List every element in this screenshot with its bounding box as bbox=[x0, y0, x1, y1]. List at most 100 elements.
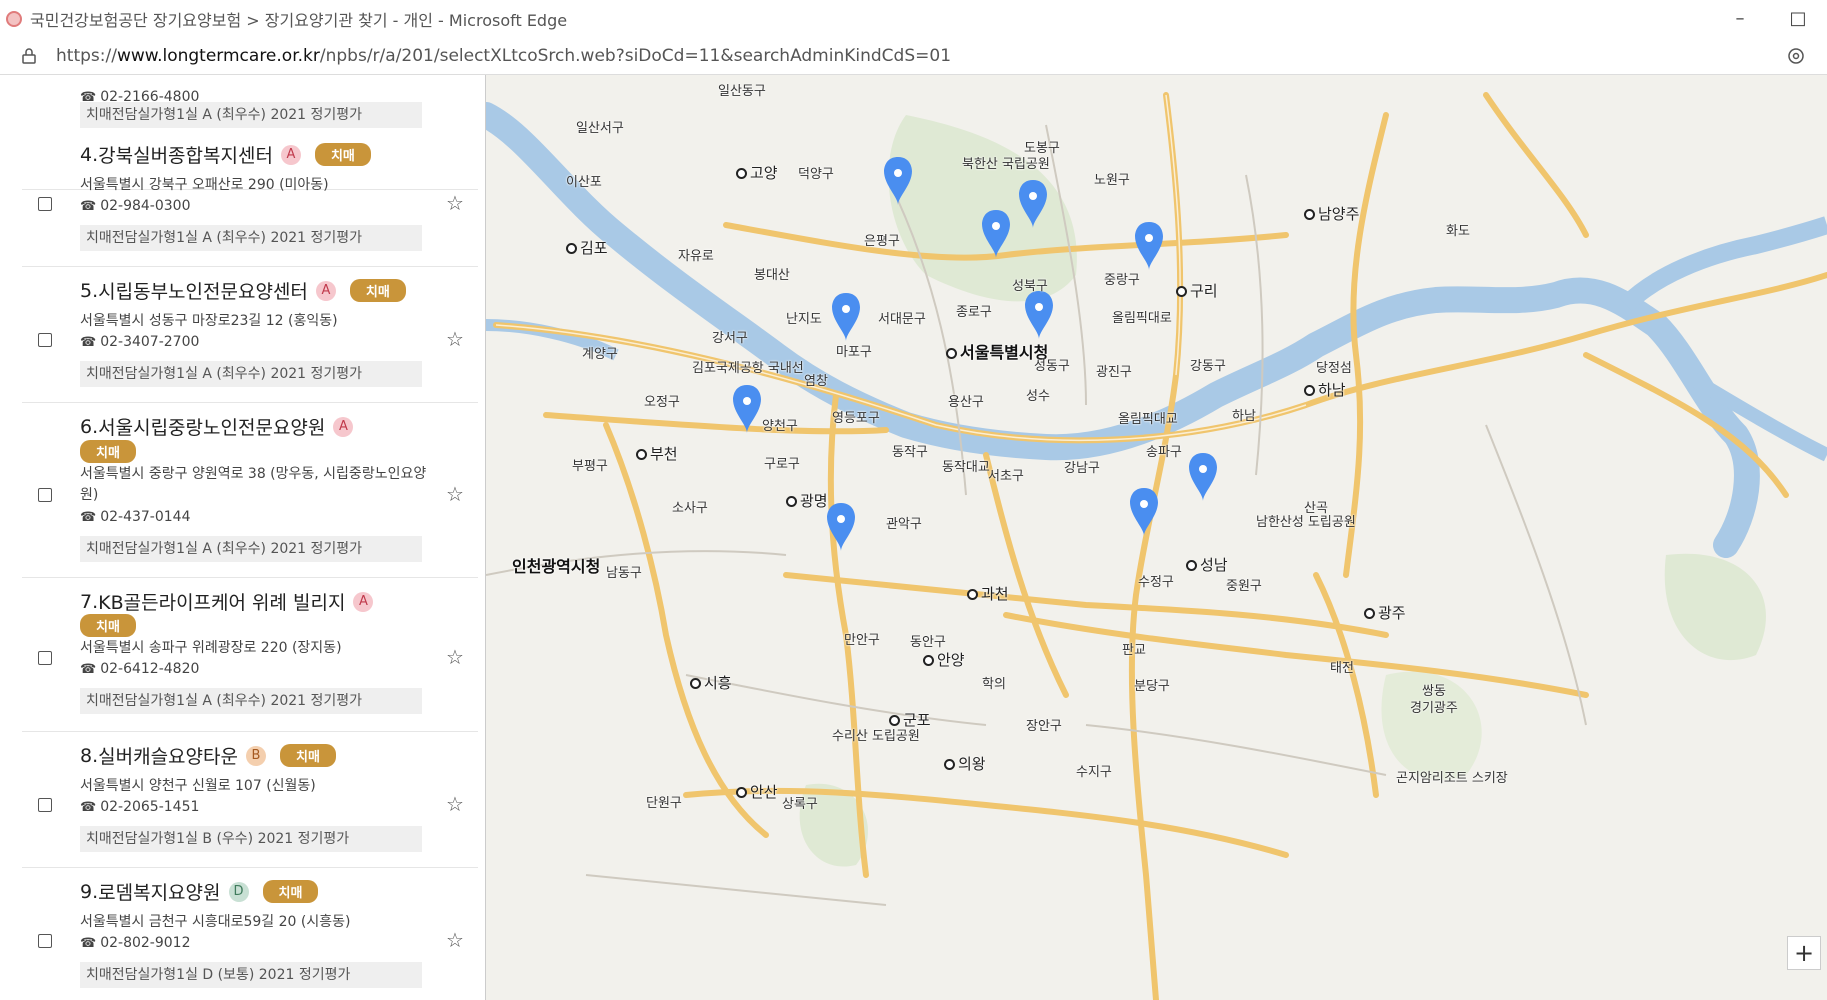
zoom-in-button[interactable]: + bbox=[1787, 936, 1821, 970]
map-label-hanam: 하남 bbox=[1304, 379, 1346, 400]
map-label: 구로구 bbox=[764, 457, 800, 472]
map-label: 일산동구 bbox=[718, 84, 766, 99]
map-label: 강서구 bbox=[712, 331, 748, 346]
dementia-badge: 치매 bbox=[279, 744, 336, 767]
map-label: 계양구 bbox=[582, 347, 618, 362]
map-label: 올림픽대로 bbox=[1112, 311, 1172, 326]
select-checkbox[interactable] bbox=[38, 798, 52, 812]
map-label-gwacheon: 과천 bbox=[967, 583, 1009, 604]
map-label: 올림픽대교 bbox=[1118, 412, 1178, 427]
list-item[interactable]: 4. 강북실버종합복지센터 A 치매 서울특별시 강북구 오패산로 290 (미아… bbox=[22, 131, 478, 267]
map-label: 덕양구 bbox=[798, 167, 834, 182]
favorite-star-icon[interactable]: ☆ bbox=[446, 327, 464, 351]
map-label: 송파구 bbox=[1146, 445, 1182, 460]
map-label: 화도 bbox=[1446, 224, 1470, 239]
favorite-star-icon[interactable]: ☆ bbox=[446, 482, 464, 506]
facility-name[interactable]: 서울시립중랑노인전문요양원 bbox=[98, 413, 325, 440]
facility-name-line[interactable]: 5. 시립동부노인전문요양센터 A 치매 bbox=[80, 277, 406, 304]
map-label: 쌍동 bbox=[1422, 684, 1446, 699]
list-item[interactable]: 7. KB골든라이프케어 위례 빌리지 A 치매 서울특별시 송파구 위례광장로 … bbox=[22, 578, 478, 732]
map-label: 양천구 bbox=[762, 419, 798, 434]
facility-phone: ☎ 02-802-9012 bbox=[80, 935, 191, 951]
minimize-button[interactable]: – bbox=[1711, 0, 1769, 37]
map-label-siheung: 시흥 bbox=[690, 672, 732, 693]
map-canvas[interactable] bbox=[486, 75, 1827, 1000]
map-label: 부평구 bbox=[572, 459, 608, 474]
facility-phone: ☎ 02-437-0144 bbox=[80, 509, 191, 525]
grade-badge: A bbox=[333, 416, 354, 437]
map-label: 성북구 bbox=[1012, 279, 1048, 294]
list-item[interactable]: 6. 서울시립중랑노인전문요양원 A 치매 서울특별시 중랑구 양원역로 38 (… bbox=[22, 403, 478, 578]
facility-name[interactable]: 시립동부노인전문요양센터 bbox=[98, 277, 308, 304]
location-icon[interactable] bbox=[1787, 47, 1805, 65]
address-bar[interactable]: https://www.longtermcare.or.kr/npbs/r/a/… bbox=[0, 37, 1827, 75]
browser-titlebar: 국민건강보험공단 장기요양보험 > 장기요양기관 찾기 - 개인 - Micro… bbox=[0, 0, 1827, 37]
facility-marker bbox=[832, 293, 860, 341]
map-label: 당정섬 bbox=[1316, 361, 1352, 376]
select-checkbox[interactable] bbox=[38, 488, 52, 502]
list-item[interactable]: 5. 시립동부노인전문요양센터 A 치매 서울특별시 성동구 마장로23길 12 … bbox=[22, 267, 478, 403]
map-label-seongnam: 성남 bbox=[1186, 554, 1228, 575]
eval-badge: 치매전담실가형1실 A (최우수) 2021 정기평가 bbox=[80, 102, 422, 128]
map-label: 경기광주 bbox=[1410, 701, 1458, 716]
item-index: 9. bbox=[80, 880, 99, 903]
favorite-star-icon[interactable]: ☆ bbox=[446, 191, 464, 215]
facility-name[interactable]: 로뎀복지요양원 bbox=[98, 878, 220, 905]
facility-name[interactable]: KB골든라이프케어 위례 빌리지 bbox=[98, 588, 345, 615]
facility-name[interactable]: 강북실버종합복지센터 bbox=[98, 141, 273, 168]
map-label: 관악구 bbox=[886, 517, 922, 532]
item-index: 5. bbox=[80, 279, 99, 302]
map-label: 남동구 bbox=[606, 566, 642, 581]
map-label: 장안구 bbox=[1026, 719, 1062, 734]
facility-phone: ☎ 02-984-0300 bbox=[80, 198, 191, 214]
map-label-goyang: 고양 bbox=[736, 162, 778, 183]
map-view[interactable]: 서울특별시청 인천광역시청 고양 김포 구리 남양주 하남 성남 과천 안양 군… bbox=[486, 75, 1827, 1000]
facility-name-line[interactable]: 8. 실버캐슬요양타운 B 치매 bbox=[80, 742, 336, 769]
phone-icon: ☎ bbox=[80, 800, 97, 815]
map-label-gwangju: 광주 bbox=[1364, 602, 1406, 623]
list-item[interactable]: 8. 실버캐슬요양타운 B 치매 서울특별시 양천구 신월로 107 (신월동) … bbox=[22, 732, 478, 868]
map-label: 봉대산 bbox=[754, 268, 790, 283]
site-favicon-icon bbox=[6, 10, 22, 27]
grade-badge: B bbox=[245, 745, 266, 766]
favorite-star-icon[interactable]: ☆ bbox=[446, 645, 464, 669]
facility-name-line[interactable]: 6. 서울시립중랑노인전문요양원 A bbox=[80, 413, 354, 440]
map-label: 곤지암리조트 스키장 bbox=[1396, 771, 1508, 786]
grade-badge: A bbox=[353, 591, 374, 612]
facility-name-line[interactable]: 4. 강북실버종합복지센터 A 치매 bbox=[80, 141, 371, 168]
map-label: 하남 bbox=[1232, 409, 1256, 424]
select-checkbox[interactable] bbox=[38, 197, 52, 211]
map-label: 태전 bbox=[1330, 661, 1354, 676]
facility-address: 서울특별시 금천구 시흥대로59길 20 (시흥동) bbox=[80, 914, 351, 930]
facility-name[interactable]: 실버캐슬요양타운 bbox=[98, 742, 238, 769]
map-label: 일산서구 bbox=[576, 121, 624, 136]
map-label: 동작대교 bbox=[942, 460, 990, 475]
facility-phone: ☎ 02-3407-2700 bbox=[80, 334, 200, 350]
map-label: 마포구 bbox=[836, 345, 872, 360]
grade-badge: A bbox=[315, 280, 336, 301]
favorite-star-icon[interactable]: ☆ bbox=[446, 928, 464, 952]
facility-list-panel[interactable]: ☎ 02-2166-4800 치매전담실가형1실 A (최우수) 2021 정기평… bbox=[0, 75, 486, 1000]
map-label: 영등포구 bbox=[832, 411, 880, 426]
map-label-incheon: 인천광역시청 bbox=[512, 557, 601, 576]
list-item[interactable]: 9. 로뎀복지요양원 D 치매 서울특별시 금천구 시흥대로59길 20 (시흥동… bbox=[22, 868, 478, 1000]
select-checkbox[interactable] bbox=[38, 651, 52, 665]
facility-address: 서울특별시 송파구 위례광장로 220 (장지동) bbox=[80, 640, 342, 656]
favorite-star-icon[interactable]: ☆ bbox=[446, 792, 464, 816]
facility-name-line[interactable]: 7. KB골든라이프케어 위례 빌리지 A bbox=[80, 588, 374, 615]
map-label: 분당구 bbox=[1134, 679, 1170, 694]
map-label: 소사구 bbox=[672, 501, 708, 516]
map-label-seoul: 서울특별시청 bbox=[946, 339, 1048, 363]
map-label: 오정구 bbox=[644, 395, 680, 410]
map-label: 동안구 bbox=[910, 635, 946, 650]
select-checkbox[interactable] bbox=[38, 934, 52, 948]
window-controls: – □ bbox=[1711, 0, 1827, 37]
grade-badge: A bbox=[280, 144, 301, 165]
map-label: 산곡 bbox=[1304, 501, 1328, 516]
facility-marker bbox=[1025, 291, 1053, 339]
select-checkbox[interactable] bbox=[38, 333, 52, 347]
url-text[interactable]: https://www.longtermcare.or.kr/npbs/r/a/… bbox=[56, 46, 951, 66]
map-label: 단원구 bbox=[646, 796, 682, 811]
facility-name-line[interactable]: 9. 로뎀복지요양원 D 치매 bbox=[80, 878, 319, 905]
maximize-button[interactable]: □ bbox=[1769, 0, 1827, 37]
